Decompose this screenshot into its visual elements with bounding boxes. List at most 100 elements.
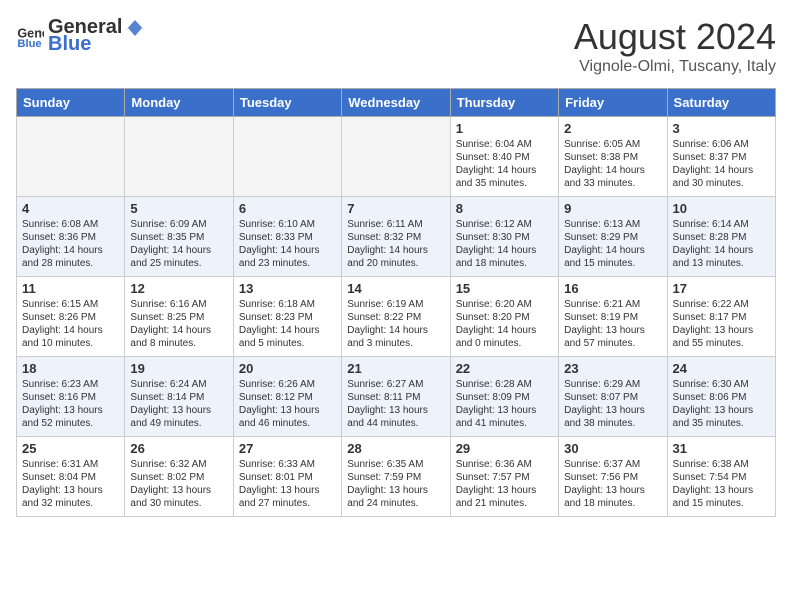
cell-text: Sunset: 8:36 PM <box>22 231 119 244</box>
calendar-cell: 20Sunrise: 6:26 AMSunset: 8:12 PMDayligh… <box>233 357 341 437</box>
cell-text: Daylight: 13 hours and 49 minutes. <box>130 404 227 430</box>
cell-text: Sunset: 8:40 PM <box>456 151 553 164</box>
calendar-cell: 7Sunrise: 6:11 AMSunset: 8:32 PMDaylight… <box>342 197 450 277</box>
logo-icon: General Blue <box>16 22 44 50</box>
cell-text: Sunset: 8:26 PM <box>22 311 119 324</box>
cell-text: Sunset: 8:09 PM <box>456 391 553 404</box>
calendar-week-row: 18Sunrise: 6:23 AMSunset: 8:16 PMDayligh… <box>17 357 776 437</box>
cell-text: Sunrise: 6:30 AM <box>673 378 770 391</box>
day-number: 16 <box>564 281 661 296</box>
calendar-cell: 1Sunrise: 6:04 AMSunset: 8:40 PMDaylight… <box>450 117 558 197</box>
day-number: 27 <box>239 441 336 456</box>
cell-text: Sunset: 8:25 PM <box>130 311 227 324</box>
cell-text: Daylight: 13 hours and 44 minutes. <box>347 404 444 430</box>
day-number: 28 <box>347 441 444 456</box>
cell-text: Sunset: 8:23 PM <box>239 311 336 324</box>
cell-text: Sunset: 8:32 PM <box>347 231 444 244</box>
calendar-cell: 23Sunrise: 6:29 AMSunset: 8:07 PMDayligh… <box>559 357 667 437</box>
calendar-cell: 17 Sunrise: 6:22 AMSunset: 8:17 PMDayligh… <box>667 277 775 357</box>
title-block: August 2024 Vignole-Olmi, Tuscany, Italy <box>574 16 776 76</box>
calendar-cell: 26Sunrise: 6:32 AMSunset: 8:02 PMDayligh… <box>125 437 233 517</box>
calendar-cell <box>125 117 233 197</box>
calendar-cell: 29Sunrise: 6:36 AMSunset: 7:57 PMDayligh… <box>450 437 558 517</box>
cell-text: Sunset: 8:20 PM <box>456 311 553 324</box>
cell-text: Sunrise: 6:08 AM <box>22 218 119 231</box>
cell-text: Sunset: 7:59 PM <box>347 471 444 484</box>
svg-text:Blue: Blue <box>17 38 41 50</box>
cell-text: Daylight: 13 hours and 24 minutes. <box>347 484 444 510</box>
weekday-header-wednesday: Wednesday <box>342 89 450 117</box>
day-number: 17 <box>673 281 770 296</box>
calendar-cell: 12Sunrise: 6:16 AMSunset: 8:25 PMDayligh… <box>125 277 233 357</box>
cell-text: Sunset: 8:04 PM <box>22 471 119 484</box>
day-number: 1 <box>456 121 553 136</box>
cell-text: Daylight: 13 hours and 41 minutes. <box>456 404 553 430</box>
cell-text: Sunrise: 6:36 AM <box>456 458 553 471</box>
cell-text: Sunrise: 6:12 AM <box>456 218 553 231</box>
day-number: 20 <box>239 361 336 376</box>
cell-text: Sunrise: 6:09 AM <box>130 218 227 231</box>
cell-text: Daylight: 13 hours and 46 minutes. <box>239 404 336 430</box>
day-number: 6 <box>239 201 336 216</box>
cell-text: Daylight: 14 hours and 10 minutes. <box>22 324 119 350</box>
day-number: 3 <box>673 121 770 136</box>
calendar-cell <box>342 117 450 197</box>
cell-text: Daylight: 14 hours and 20 minutes. <box>347 244 444 270</box>
weekday-header-sunday: Sunday <box>17 89 125 117</box>
cell-text: Daylight: 13 hours and 55 minutes. <box>673 324 770 350</box>
cell-text: Sunrise: 6:22 AM <box>673 298 770 311</box>
calendar-cell: 6Sunrise: 6:10 AMSunset: 8:33 PMDaylight… <box>233 197 341 277</box>
weekday-header-row: SundayMondayTuesdayWednesdayThursdayFrid… <box>17 89 776 117</box>
calendar-cell: 18Sunrise: 6:23 AMSunset: 8:16 PMDayligh… <box>17 357 125 437</box>
weekday-header-monday: Monday <box>125 89 233 117</box>
calendar-cell: 13Sunrise: 6:18 AMSunset: 8:23 PMDayligh… <box>233 277 341 357</box>
cell-text: Daylight: 14 hours and 28 minutes. <box>22 244 119 270</box>
cell-text: Sunrise: 6:20 AM <box>456 298 553 311</box>
calendar-cell: 2Sunrise: 6:05 AMSunset: 8:38 PMDaylight… <box>559 117 667 197</box>
day-number: 29 <box>456 441 553 456</box>
calendar-week-row: 4Sunrise: 6:08 AMSunset: 8:36 PMDaylight… <box>17 197 776 277</box>
weekday-header-saturday: Saturday <box>667 89 775 117</box>
cell-text: Sunset: 8:07 PM <box>564 391 661 404</box>
cell-text: Sunrise: 6:06 AM <box>673 138 770 151</box>
calendar-cell: 21Sunrise: 6:27 AMSunset: 8:11 PMDayligh… <box>342 357 450 437</box>
day-number: 30 <box>564 441 661 456</box>
cell-text: Sunrise: 6:15 AM <box>22 298 119 311</box>
cell-text: Sunrise: 6:16 AM <box>130 298 227 311</box>
cell-text: Daylight: 14 hours and 23 minutes. <box>239 244 336 270</box>
cell-text: Daylight: 13 hours and 27 minutes. <box>239 484 336 510</box>
cell-text: Sunrise: 6:26 AM <box>239 378 336 391</box>
calendar-cell: 11Sunrise: 6:15 AMSunset: 8:26 PMDayligh… <box>17 277 125 357</box>
cell-text: Sunset: 8:17 PM <box>673 311 770 324</box>
calendar-cell: 28 Sunrise: 6:35 AMSunset: 7:59 PMDayligh… <box>342 437 450 517</box>
calendar-cell: 15Sunrise: 6:20 AMSunset: 8:20 PMDayligh… <box>450 277 558 357</box>
cell-text: Daylight: 14 hours and 30 minutes. <box>673 164 770 190</box>
day-number: 19 <box>130 361 227 376</box>
cell-text: Daylight: 14 hours and 18 minutes. <box>456 244 553 270</box>
calendar-cell: 27Sunrise: 6:33 AMSunset: 8:01 PMDayligh… <box>233 437 341 517</box>
calendar-cell: 19Sunrise: 6:24 AMSunset: 8:14 PMDayligh… <box>125 357 233 437</box>
cell-text: Daylight: 14 hours and 25 minutes. <box>130 244 227 270</box>
cell-text: Sunrise: 6:35 AM <box>347 458 444 471</box>
cell-text: Daylight: 13 hours and 15 minutes. <box>673 484 770 510</box>
cell-text: Sunrise: 6:29 AM <box>564 378 661 391</box>
cell-text: Sunset: 8:35 PM <box>130 231 227 244</box>
calendar-week-row: 25Sunrise: 6:31 AMSunset: 8:04 PMDayligh… <box>17 437 776 517</box>
logo: General Blue General Blue <box>16 16 146 56</box>
cell-text: Daylight: 13 hours and 32 minutes. <box>22 484 119 510</box>
day-number: 23 <box>564 361 661 376</box>
day-number: 9 <box>564 201 661 216</box>
cell-text: Sunset: 8:11 PM <box>347 391 444 404</box>
cell-text: Sunrise: 6:14 AM <box>673 218 770 231</box>
day-number: 2 <box>564 121 661 136</box>
day-number: 12 <box>130 281 227 296</box>
cell-text: Sunset: 8:33 PM <box>239 231 336 244</box>
cell-text: Sunset: 8:06 PM <box>673 391 770 404</box>
calendar-cell: 5Sunrise: 6:09 AMSunset: 8:35 PMDaylight… <box>125 197 233 277</box>
cell-text: Sunset: 7:54 PM <box>673 471 770 484</box>
cell-text: Sunrise: 6:18 AM <box>239 298 336 311</box>
day-number: 15 <box>456 281 553 296</box>
day-number: 4 <box>22 201 119 216</box>
cell-text: Sunrise: 6:32 AM <box>130 458 227 471</box>
cell-text: Daylight: 14 hours and 35 minutes. <box>456 164 553 190</box>
